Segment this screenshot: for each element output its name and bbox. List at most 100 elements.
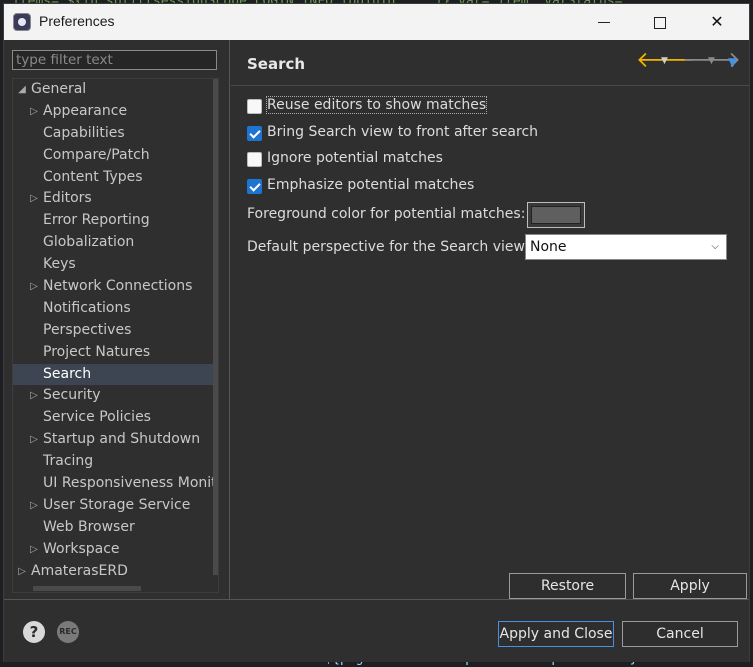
tree-item[interactable]: ▷ Workspace <box>13 539 213 561</box>
reuse-editors-label: Reuse editors to show matches <box>265 96 488 114</box>
tree-hscroll-thumb[interactable] <box>33 586 141 591</box>
tree-item-label: Editors <box>43 190 92 207</box>
collapsed-arrow-icon[interactable]: ▷ <box>29 385 39 407</box>
collapsed-arrow-icon[interactable]: ▷ <box>17 561 27 583</box>
tree-item-label: Compare/Patch <box>43 146 150 163</box>
tree-item[interactable]: ▷ Editors <box>13 188 213 210</box>
restore-defaults-button[interactable]: Restore Defaults <box>509 573 626 618</box>
tree-item-label: Content Types <box>43 168 143 185</box>
collapsed-arrow-icon[interactable]: ▷ <box>29 276 39 298</box>
tree-item[interactable]: Content Types <box>13 167 213 189</box>
reuse-editors-checkbox[interactable] <box>247 99 262 114</box>
tree-item-label: Keys <box>43 256 76 273</box>
tree-item-label: Web Browser <box>43 518 135 535</box>
tree-item-label: AmaterasERD <box>31 562 128 579</box>
tree-item-label: User Storage Service <box>43 496 191 513</box>
tree-item[interactable]: Error Reporting <box>13 210 213 232</box>
page-title: Search <box>247 55 306 73</box>
preferences-tree[interactable]: ◢ General ▷ Appearance Capabilities Compare/P… <box>12 78 219 593</box>
tree-horizontal-scrollbar[interactable] <box>13 584 213 592</box>
bring-to-front-checkbox[interactable] <box>247 126 262 141</box>
collapsed-arrow-icon[interactable]: ▷ <box>29 539 39 561</box>
tree-item-label: Tracing <box>43 453 94 470</box>
apply-and-close-button[interactable]: Apply and Close <box>498 621 614 647</box>
close-icon: ✕ <box>710 12 724 31</box>
tree-vertical-scrollbar[interactable] <box>213 79 218 592</box>
filter-input[interactable]: type filter text <box>12 50 217 70</box>
tree-item-label: Capabilities <box>43 124 125 141</box>
tree-item-label: Search <box>43 365 92 382</box>
tree-item-label: Startup and Shutdown <box>43 431 201 448</box>
tree-item[interactable]: ▷ AmaterasERD <box>13 561 213 583</box>
title-bar[interactable]: Preferences ✕ <box>4 4 749 40</box>
cancel-button[interactable]: Cancel <box>622 621 738 647</box>
tree-item[interactable]: ▷ Security <box>13 385 213 407</box>
preferences-dialog: Preferences ✕ type filter text ◢ General ▷… <box>3 3 750 662</box>
page-header: Search 🡐 ▼ 🡒 ▼ ▼ <box>231 40 749 86</box>
close-button[interactable]: ✕ <box>694 4 740 40</box>
tree-item-label: Perspectives <box>43 321 132 338</box>
tree-item[interactable]: Keys <box>13 254 213 276</box>
perspective-label: Default perspective for the Search view: <box>247 239 529 255</box>
tree-items: ◢ General ▷ Appearance Capabilities Compare/P… <box>13 79 213 592</box>
tree-item[interactable]: ◢ General <box>13 79 213 101</box>
tree-item-label: Appearance <box>43 102 128 119</box>
tree-item[interactable]: ▷ Startup and Shutdown <box>13 429 213 451</box>
maximize-button[interactable] <box>637 4 683 40</box>
tree-item[interactable]: Service Policies <box>13 407 213 429</box>
ignore-potential-label: Ignore potential matches <box>267 150 443 166</box>
tree-item-label: Project Natures <box>43 343 151 360</box>
expanded-arrow-icon[interactable]: ◢ <box>17 79 27 101</box>
tree-item-label: Error Reporting <box>43 212 150 229</box>
perspective-value: None <box>530 239 567 255</box>
perspective-select[interactable]: None ⌵ <box>525 234 727 260</box>
tree-item-label: General <box>31 81 87 97</box>
back-history-dropdown-icon[interactable]: ▼ <box>661 56 668 66</box>
minimize-icon <box>598 22 610 23</box>
tree-item-label: UI Responsiveness Monitoring <box>43 475 213 492</box>
foreground-color-label: Foreground color for potential matches: <box>247 206 526 222</box>
record-macro-icon[interactable]: REC <box>57 621 79 643</box>
tree-item[interactable]: Web Browser <box>13 517 213 539</box>
tree-item[interactable]: Perspectives <box>13 320 213 342</box>
foreground-color-swatch <box>531 206 581 224</box>
chevron-down-icon: ⌵ <box>711 241 719 252</box>
help-icon[interactable]: ? <box>23 621 45 643</box>
tree-item[interactable]: Globalization <box>13 232 213 254</box>
ignore-potential-checkbox[interactable] <box>247 152 262 167</box>
minimize-button[interactable] <box>581 4 627 40</box>
dialog-footer: ? REC Apply and Close Cancel <box>4 599 749 662</box>
tree-item[interactable]: Search <box>13 363 213 386</box>
collapsed-arrow-icon[interactable]: ▷ <box>29 101 39 123</box>
emphasize-potential-label: Emphasize potential matches <box>267 177 475 193</box>
tree-item-label: Service Policies <box>43 409 151 426</box>
tree-item-label: Workspace <box>43 540 120 557</box>
eclipse-app-icon <box>13 13 31 31</box>
emphasize-potential-checkbox[interactable] <box>247 179 262 194</box>
forward-history-dropdown-icon[interactable]: ▼ <box>708 56 715 66</box>
preference-page: Search 🡐 ▼ 🡒 ▼ ▼ Reuse editors to show m… <box>231 40 749 618</box>
window-title: Preferences <box>39 13 115 29</box>
tree-item-label: Notifications <box>43 299 131 316</box>
foreground-color-button[interactable] <box>527 202 585 228</box>
tree-item[interactable]: Capabilities <box>13 123 213 145</box>
tree-item[interactable]: Project Natures <box>13 342 213 364</box>
tree-item[interactable]: Compare/Patch <box>13 145 213 167</box>
tree-item[interactable]: ▷ User Storage Service <box>13 495 213 517</box>
tree-item-label: Network Connections <box>43 278 193 295</box>
collapsed-arrow-icon[interactable]: ▷ <box>29 188 39 210</box>
tree-item[interactable]: ▷ Network Connections <box>13 276 213 298</box>
tree-item[interactable]: Tracing <box>13 451 213 473</box>
bring-to-front-label: Bring Search view to front after search <box>267 124 539 140</box>
collapsed-arrow-icon[interactable]: ▷ <box>29 495 39 517</box>
preferences-nav-panel: type filter text ◢ General ▷ Appearance Capa… <box>4 40 230 599</box>
tree-scroll-thumb[interactable] <box>213 79 218 575</box>
tree-item[interactable]: Notifications <box>13 298 213 320</box>
apply-button[interactable]: Apply <box>633 573 747 599</box>
tree-item-label: Security <box>43 387 101 404</box>
collapsed-arrow-icon[interactable]: ▷ <box>29 429 39 451</box>
tree-item[interactable]: UI Responsiveness Monitoring <box>13 473 213 495</box>
tree-item[interactable]: ▷ Appearance <box>13 101 213 123</box>
tree-item-label: Globalization <box>43 234 135 251</box>
view-menu-icon[interactable]: ▼ <box>728 55 737 69</box>
